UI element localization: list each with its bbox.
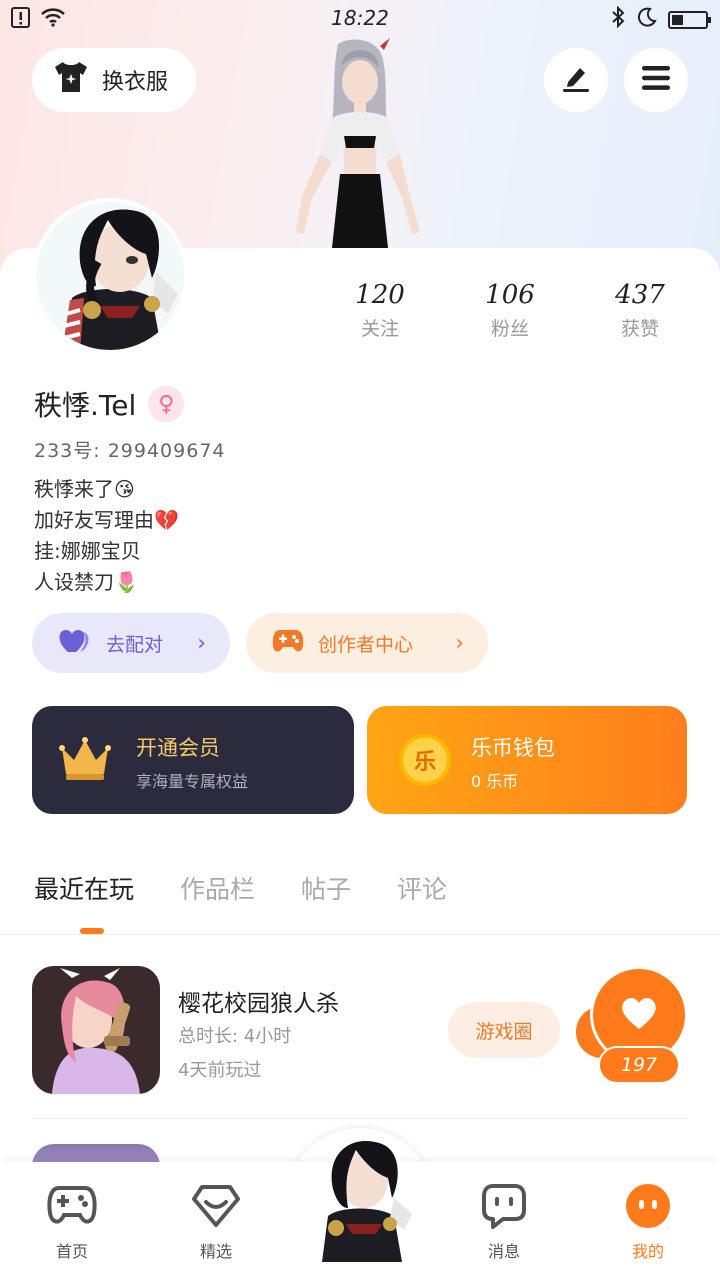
- bio-line: 挂:娜娜宝贝: [34, 539, 141, 563]
- nav-me[interactable]: 我的: [598, 1180, 698, 1262]
- vip-membership-card[interactable]: 开通会员 享海量专属权益: [32, 706, 354, 814]
- stat-likes[interactable]: 437 获赞: [590, 280, 690, 341]
- vip-subtitle: 享海量专属权益: [136, 772, 249, 791]
- coin-icon: 乐: [399, 734, 451, 786]
- like-count: 197: [598, 1046, 680, 1084]
- stat-label: 关注: [360, 318, 399, 340]
- tab-comments[interactable]: 评论: [397, 870, 447, 906]
- heart-badge-icon: [166, 1180, 266, 1232]
- gamepad-icon: [272, 628, 304, 659]
- change-outfit-label: 换衣服: [102, 70, 169, 95]
- coin-title: 乐币钱包: [471, 736, 555, 760]
- nav-label: 精选: [199, 1242, 232, 1261]
- bio-line: 人设禁刀🌷: [34, 570, 139, 594]
- game-circle-button[interactable]: 游戏圈: [448, 1002, 560, 1058]
- avatar-3d-character[interactable]: [280, 36, 430, 248]
- game-duration: 总时长: 4小时: [178, 1026, 292, 1047]
- coin-subtitle: 0 乐币: [471, 772, 519, 791]
- stat-label: 获赞: [620, 318, 659, 340]
- menu-button[interactable]: [624, 48, 688, 112]
- chevron-right-icon: ›: [197, 630, 206, 656]
- avatar[interactable]: [32, 198, 188, 354]
- chat-icon: [454, 1180, 554, 1232]
- profile-name-row: 秩悸.Tel ♀: [34, 384, 185, 424]
- crown-icon: [58, 736, 112, 786]
- list-divider: [32, 1118, 688, 1119]
- stat-value: 106: [485, 280, 535, 310]
- stat-value: 120: [355, 280, 405, 310]
- bluetooth-icon: [610, 5, 626, 33]
- profile-bio: 秩悸来了😘 加好友写理由💔 挂:娜娜宝贝 人设禁刀🌷: [34, 474, 179, 598]
- profile-tabs: 最近在玩 作品栏 帖子 评论: [34, 870, 447, 906]
- pen-icon: [560, 62, 592, 98]
- coin-wallet-card[interactable]: 乐 乐币钱包 0 乐币: [367, 706, 687, 814]
- tab-works[interactable]: 作品栏: [180, 870, 255, 906]
- change-outfit-button[interactable]: 换衣服: [32, 48, 196, 112]
- game-title: 樱花校园狼人杀: [178, 991, 339, 1017]
- stat-value: 437: [615, 280, 665, 310]
- tab-posts[interactable]: 帖子: [301, 870, 351, 906]
- stat-label: 粉丝: [490, 318, 529, 340]
- match-label: 去配对: [106, 633, 164, 656]
- nav-label: 首页: [55, 1242, 88, 1261]
- match-button[interactable]: 去配对 ›: [32, 613, 230, 673]
- battery-icon: [668, 10, 711, 29]
- double-heart-icon: [58, 628, 92, 659]
- vip-title: 开通会员: [136, 736, 220, 760]
- creator-center-button[interactable]: 创作者中心 ›: [246, 613, 488, 673]
- list-item[interactable]: 樱花校园狼人杀 总时长: 4小时 4天前玩过 游戏圈 197: [32, 966, 688, 1094]
- tab-recently-played[interactable]: 最近在玩: [34, 870, 134, 906]
- tshirt-icon: [52, 60, 90, 100]
- nav-home[interactable]: 首页: [22, 1180, 122, 1262]
- status-bar: 18:22: [0, 0, 720, 36]
- moon-icon: [636, 6, 658, 33]
- game-thumbnail[interactable]: [32, 966, 160, 1094]
- gamepad-icon: [22, 1180, 122, 1232]
- battery-level: [672, 14, 683, 25]
- bio-line: 加好友写理由💔: [34, 508, 179, 532]
- profile-face-icon: [598, 1180, 698, 1232]
- nav-messages[interactable]: 消息: [454, 1180, 554, 1262]
- creator-center-label: 创作者中心: [318, 633, 414, 656]
- stat-followers[interactable]: 106 粉丝: [460, 280, 560, 341]
- stat-following[interactable]: 120 关注: [330, 280, 430, 341]
- edit-profile-button[interactable]: [544, 48, 608, 112]
- female-icon: ♀: [148, 386, 185, 422]
- heart-icon: [620, 996, 658, 1034]
- profile-stats: 120 关注 106 粉丝 437 获赞: [330, 280, 690, 341]
- nav-label: 我的: [631, 1242, 664, 1261]
- menu-icon: [640, 64, 672, 96]
- profile-uid[interactable]: 233号: 299409674: [34, 436, 226, 463]
- nav-label: 消息: [487, 1242, 520, 1261]
- profile-name: 秩悸.Tel: [34, 389, 137, 422]
- nav-featured[interactable]: 精选: [166, 1180, 266, 1262]
- nav-center-avatar[interactable]: [306, 1138, 414, 1262]
- bio-line: 秩悸来了😘: [34, 477, 135, 501]
- tab-divider: [0, 934, 720, 935]
- game-last-played: 4天前玩过: [178, 1060, 262, 1081]
- chevron-right-icon: ›: [455, 630, 464, 656]
